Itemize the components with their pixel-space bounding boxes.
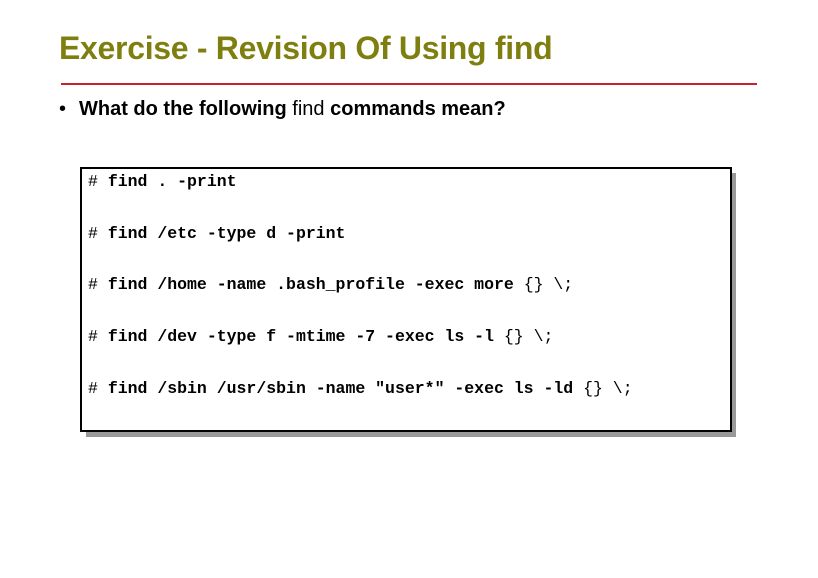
command-tail: {} \;: [523, 275, 574, 294]
command-text: find /dev -type f -mtime -7 -exec ls -l: [107, 327, 504, 346]
command-text: find /etc -type d -print: [107, 224, 346, 243]
bullet-text-part3: commands mean?: [324, 98, 506, 120]
code-box: # find . -print # find /etc -type d -pri…: [80, 167, 732, 432]
bullet-text-part1: What do the following: [79, 98, 293, 120]
prompt-hash: #: [88, 275, 108, 294]
command-text: find /sbin /usr/sbin -name "user*" -exec…: [107, 379, 584, 398]
command-line: # find . -print: [88, 172, 237, 191]
command-text: find /home -name .bash_profile -exec mor…: [107, 275, 524, 294]
command-line: # find /home -name .bash_profile -exec m…: [88, 275, 573, 294]
prompt-hash: #: [88, 327, 108, 346]
prompt-hash: #: [88, 172, 108, 191]
command-line: # find /etc -type d -print: [88, 224, 345, 243]
command-line: # find /sbin /usr/sbin -name "user*" -ex…: [88, 379, 633, 398]
command-tail: {} \;: [503, 327, 554, 346]
bullet-icon: •: [59, 98, 67, 120]
command-text: find . -print: [107, 172, 237, 191]
slide-title: Exercise - Revision Of Using find: [59, 30, 553, 66]
bullet-item: • What do the following find commands mea…: [59, 98, 506, 121]
command-line: # find /dev -type f -mtime -7 -exec ls -…: [88, 327, 553, 346]
command-tail: {} \;: [583, 379, 633, 398]
prompt-hash: #: [88, 224, 108, 243]
title-divider: [61, 83, 757, 85]
bullet-text-find: find: [292, 98, 325, 120]
prompt-hash: #: [88, 379, 108, 398]
